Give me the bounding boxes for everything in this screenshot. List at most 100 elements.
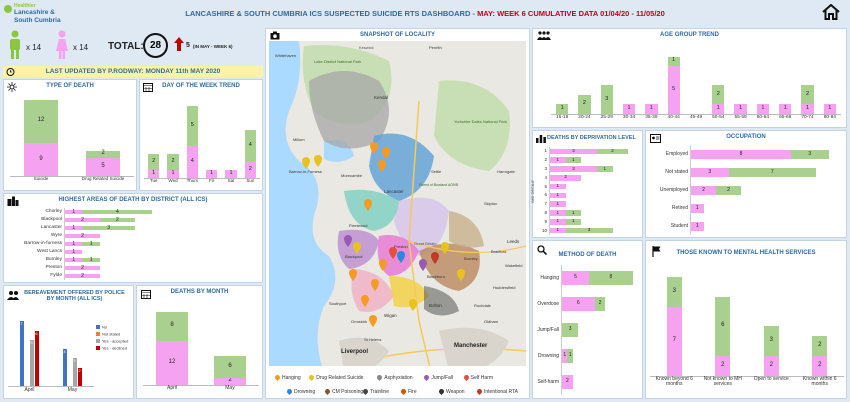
map-label: Whitehaven <box>275 53 297 58</box>
data-label: 1 <box>72 208 76 215</box>
occupation-panel: OCCUPATION Employed 8 3 Not stated 3 7 Unemplo… <box>645 130 847 238</box>
category-label: 4 <box>544 174 547 180</box>
map-label: Keswick <box>359 45 374 50</box>
data-label: 3 <box>587 227 591 233</box>
data-label: 4 <box>248 142 252 148</box>
bar-segment-green: 2 <box>596 148 629 155</box>
category-label: Employed <box>665 151 688 157</box>
data-label: 5 <box>672 86 676 93</box>
category-label: Not known to MH services <box>703 376 742 388</box>
legend-item: Yes - accepted <box>96 332 128 343</box>
category-label: Unemployed <box>659 187 688 193</box>
map-label: Manchester <box>454 343 488 349</box>
map-label: Lake District National Park <box>314 59 362 64</box>
category-label: 50-54 <box>712 115 725 120</box>
map-label: Kendal <box>374 95 389 100</box>
data-label: 2 <box>582 100 586 107</box>
data-label: 6 <box>228 362 232 369</box>
bar-segment-green: 1 <box>567 348 573 364</box>
bar-segment-pink: 5 <box>85 157 121 176</box>
data-label: 1 <box>828 105 832 112</box>
marker-icon <box>323 388 332 396</box>
bar-segment-green: 5 <box>186 106 199 146</box>
category-label: 7 <box>544 201 547 207</box>
category-label: April <box>166 385 177 391</box>
data-label: 2 <box>115 216 119 223</box>
data-label: 2 <box>81 232 84 239</box>
male-count: x 14 <box>26 43 42 52</box>
bar-segment-green: 2 <box>85 150 121 158</box>
bar-segment-green: 1 <box>596 166 613 172</box>
category-label: Not stated <box>665 169 688 175</box>
map-panel: SNAPSHOT OF LOCALITY Keswick Lake Distri… <box>265 28 530 399</box>
bar-segment-pink: 3 <box>691 167 729 177</box>
sun-icon <box>7 82 17 92</box>
category-label: 15-19 <box>556 115 569 120</box>
bar-segment-pink: 8 <box>691 149 791 159</box>
data-label: 2 <box>727 186 730 193</box>
data-label: 1 <box>739 105 743 112</box>
category-label: 80-84 <box>823 115 836 120</box>
occupation-chart: Employed 8 3 Not stated 3 7 Unemployed 2 2 Retire… <box>650 145 844 235</box>
category-label: 40-44 <box>667 115 680 120</box>
category-label: Fri <box>209 178 215 183</box>
data-label: 1 <box>560 105 564 112</box>
page-title: LANCASHIRE & SOUTH CUMBRIA ICS SUSPECTED… <box>0 9 850 18</box>
category-label: Drowning <box>537 353 559 359</box>
marker-icon <box>437 388 446 396</box>
category-label: 8 <box>544 210 547 215</box>
map-label: Blackburn <box>427 274 445 279</box>
district-panel: HIGHEST AREAS OF DEATH BY DISTRICT (ALL … <box>3 193 263 283</box>
map-label: Millom <box>293 137 305 142</box>
last-updated-text: LAST UPDATED BY P.RODWAY: MONDAY 11th MA… <box>45 68 221 75</box>
bar-segment-green: 2 <box>99 216 135 223</box>
data-label: 4 <box>63 349 66 354</box>
bar-segment-pink: 6 <box>562 296 595 312</box>
map-label: Rochdale <box>474 303 491 308</box>
data-label: 6 <box>35 330 38 336</box>
data-label: 3 <box>73 358 76 364</box>
category-label: Jump/Fall <box>537 327 559 333</box>
bar-segment-green: 2 <box>167 154 179 170</box>
total-label: TOTAL: <box>108 41 144 52</box>
bar-segment-pink: 3 <box>550 147 597 155</box>
data-label: 2 <box>598 300 602 307</box>
locality-map[interactable]: Keswick Lake District National Park Kend… <box>269 41 526 385</box>
data-label: 2 <box>805 90 810 97</box>
deaths-by-month-chart: 12 8 April 2 6 May <box>143 304 259 396</box>
category-label: 55-59 <box>734 115 747 120</box>
bar-segment-pink: 12 <box>156 341 188 385</box>
category-label: 10 <box>541 227 547 233</box>
map-title: SNAPSHOT OF LOCALITY <box>360 32 435 38</box>
type-of-death-panel: TYPE OF DEATH 9 12 Suicide 5 2 Drug Related S… <box>3 79 137 191</box>
bar: 5 <box>29 339 34 386</box>
data-label: 4 <box>190 158 194 164</box>
category-label: Thurs <box>186 178 199 183</box>
home-icon[interactable] <box>822 4 840 20</box>
data-label: 3 <box>572 147 575 153</box>
category-label: 65-69 <box>779 115 792 120</box>
data-label: 8 <box>739 150 743 157</box>
map-label: Penrith <box>429 45 442 50</box>
bar-segment-pink: 1 <box>147 170 160 178</box>
total-badge: 28 <box>143 33 168 58</box>
data-label: 3 <box>107 224 111 231</box>
bar-segment-pink: 1 <box>65 257 83 263</box>
increase-note: (IN MAY - WEEK 6) <box>193 44 233 49</box>
data-label: 2 <box>721 362 725 369</box>
category-label: Barrow-in-furness <box>24 241 62 246</box>
category-label: Drug Related Suicide <box>81 176 125 181</box>
district-chart: Chorley 1 4 Blackpool 2 2 Lancaster 1 3 Wyre 2 Barr… <box>8 208 260 280</box>
bar-segment-pink: 2 <box>691 185 716 195</box>
category-label: 25-29 <box>600 115 613 120</box>
deprivation-chart: 1 3 2 2 1 1 3 3 1 4 2 5 1 6 1 7 1 8 1 1 9 1 1 10 1 3 <box>541 147 639 235</box>
occupation-title: OCCUPATION <box>726 134 766 140</box>
data-label: 3 <box>568 326 572 333</box>
category-label: 20-24 <box>578 115 591 120</box>
data-label: 1 <box>572 218 575 224</box>
data-label: 1 <box>716 105 720 112</box>
map-label: Bradford <box>491 249 507 254</box>
data-label: 1 <box>672 57 676 64</box>
category-label: Hanging <box>540 275 559 281</box>
data-label: 1 <box>229 170 233 176</box>
